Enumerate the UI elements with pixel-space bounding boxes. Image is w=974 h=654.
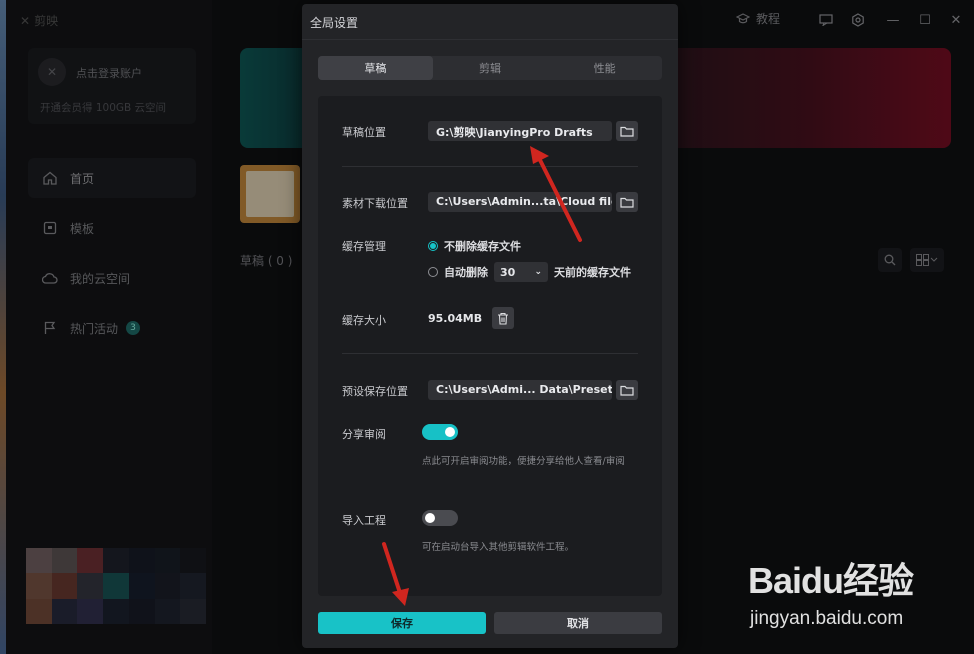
baidu-watermark: Baidu经验 jingyan.baidu.com [748,552,958,632]
watermark-url: jingyan.baidu.com [750,608,904,629]
arrow-to-draft-location [530,146,582,242]
baidu-logo: Baidu经验 [748,560,914,601]
arrow-to-save-button [382,542,409,606]
app-window: ✕ 剪映 ✕ 点击登录账户 开通会员得 100GB 云空间 首页 模板 我的云空… [0,0,974,654]
